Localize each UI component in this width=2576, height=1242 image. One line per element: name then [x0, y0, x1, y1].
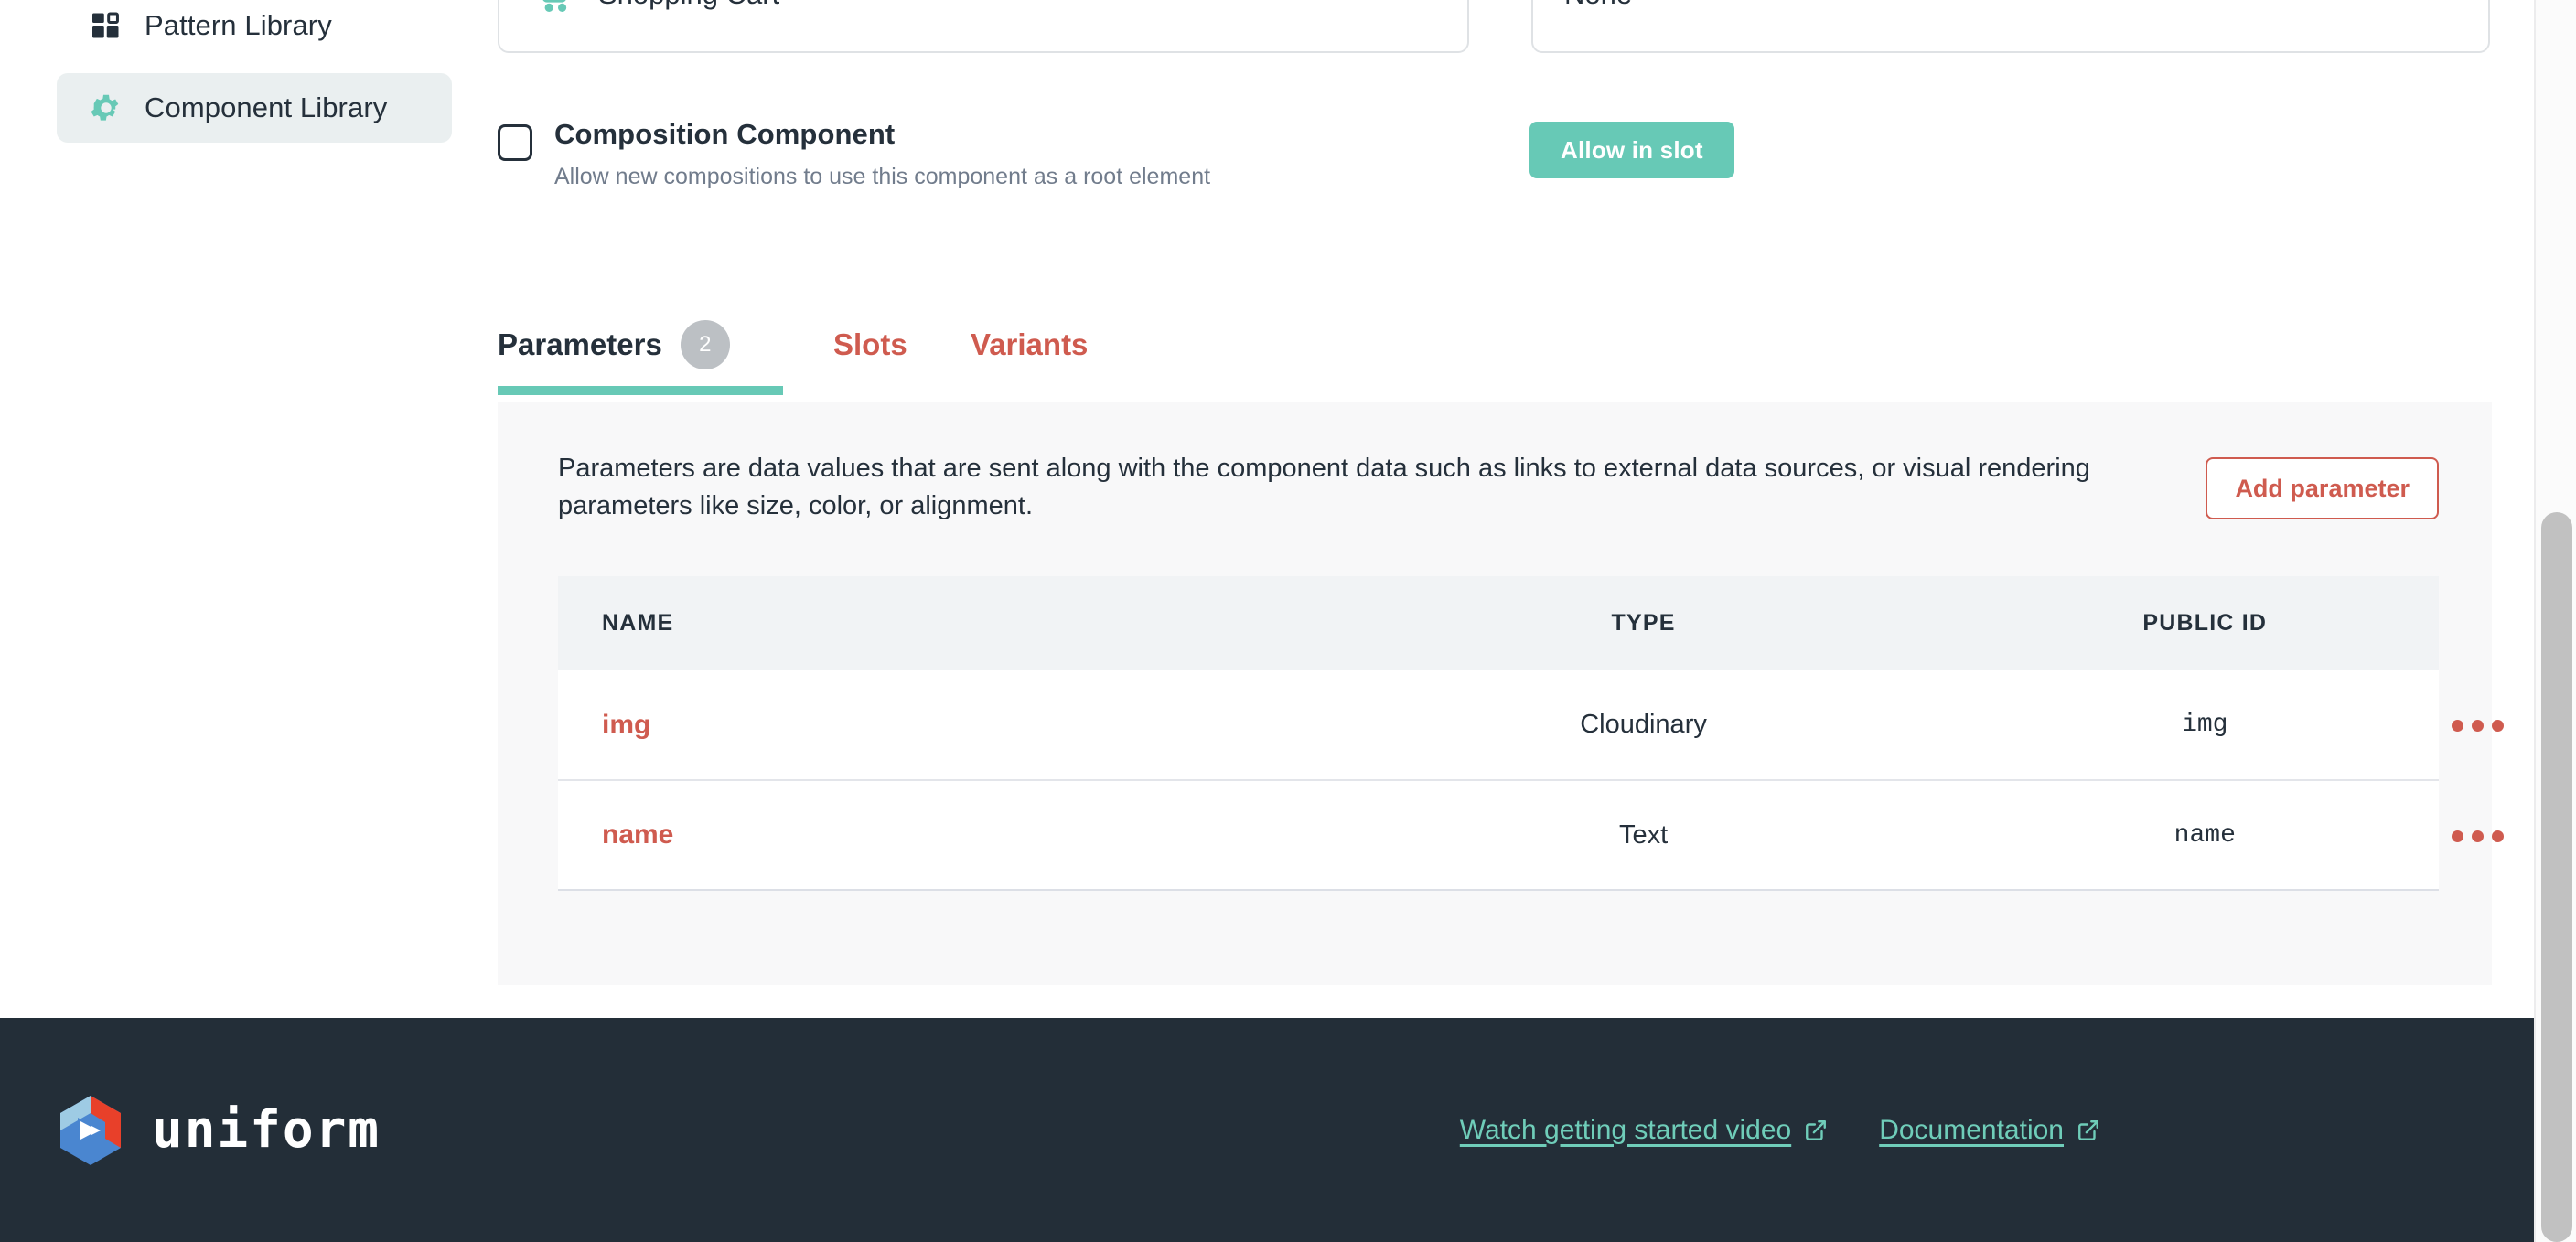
- table-header-row: NAME TYPE PUBLIC ID: [558, 576, 2439, 671]
- table-row: name Text name: [558, 780, 2504, 892]
- footer-link-label: Watch getting started video: [1459, 1114, 1792, 1145]
- tab-parameters[interactable]: Parameters 2: [498, 294, 783, 395]
- parameters-panel: Parameters are data values that are sent…: [498, 402, 2504, 985]
- icon-select-value: None: [1564, 0, 1632, 11]
- component-tabs: Parameters 2 Slots Variants: [498, 294, 2492, 395]
- column-header-public-id: PUBLIC ID: [1970, 576, 2439, 671]
- parameter-type: Cloudinary: [1315, 670, 1971, 782]
- parameters-table-body: img Cloudinary img name Text name: [558, 670, 2504, 892]
- component-name-card[interactable]: Shopping Cart: [498, 0, 1469, 53]
- vertical-scrollbar-thumb[interactable]: [2541, 512, 2572, 1242]
- parameter-name-link[interactable]: img: [602, 710, 650, 740]
- parameter-name-link[interactable]: name: [602, 819, 673, 850]
- composition-component-description: Allow new compositions to use this compo…: [554, 164, 1211, 190]
- external-link-icon: [1804, 1119, 1828, 1142]
- footer-link-watch-video[interactable]: Watch getting started video: [1460, 1115, 1828, 1146]
- tab-slots[interactable]: Slots: [783, 294, 948, 395]
- column-header-type: TYPE: [1315, 576, 1971, 671]
- composition-component-block: Composition Component Allow new composit…: [498, 118, 1211, 190]
- column-header-name: NAME: [558, 576, 1316, 671]
- parameters-panel-header: Parameters are data values that are sent…: [498, 402, 2492, 525]
- footer: uniform Watch getting started video Docu…: [0, 1018, 2576, 1242]
- uniform-logo-icon: [57, 1094, 124, 1167]
- footer-link-label: Documentation: [1879, 1114, 2064, 1145]
- composition-component-checkbox[interactable]: [498, 124, 532, 161]
- tab-variants-label: Variants: [971, 327, 1089, 361]
- brand-logo: uniform: [57, 1094, 381, 1167]
- pattern-library-icon: [88, 7, 124, 44]
- parameter-public-id: img: [1970, 670, 2439, 782]
- parameter-public-id: name: [1970, 780, 2439, 892]
- sidebar-item-component-library[interactable]: Component Library: [57, 73, 452, 143]
- parameters-description: Parameters are data values that are sent…: [558, 454, 2090, 521]
- tab-slots-label: Slots: [833, 327, 907, 361]
- vertical-scrollbar-track[interactable]: [2534, 0, 2576, 1242]
- add-parameter-button[interactable]: Add parameter: [2206, 457, 2439, 519]
- app-root: Pattern Library Component Library Compos…: [0, 0, 2576, 1242]
- more-options-icon[interactable]: [2448, 821, 2507, 851]
- component-header-row: Shopping Cart None: [498, 0, 2492, 53]
- composition-component-label: Composition Component: [554, 118, 896, 150]
- sidebar: Pattern Library Component Library: [0, 0, 498, 1018]
- tab-variants[interactable]: Variants: [948, 294, 1088, 395]
- allow-in-slot-button[interactable]: Allow in slot: [1530, 122, 1734, 178]
- sidebar-item-label: Component Library: [145, 91, 388, 123]
- tab-parameters-label: Parameters: [498, 327, 662, 361]
- brand-wordmark: uniform: [152, 1099, 381, 1160]
- composition-component-row: Composition Component Allow new composit…: [498, 118, 2492, 190]
- main-content: Shopping Cart None Composition Component…: [498, 0, 2536, 1018]
- table-row: img Cloudinary img: [558, 670, 2504, 782]
- sidebar-item-label: Pattern Library: [145, 9, 332, 41]
- more-options-icon[interactable]: [2448, 711, 2507, 741]
- sidebar-item-pattern-library[interactable]: Pattern Library: [57, 0, 356, 60]
- icon-select[interactable]: None: [1531, 0, 2490, 53]
- parameter-type: Text: [1315, 780, 1971, 892]
- shopping-cart-icon: [532, 0, 574, 16]
- parameters-table-head: NAME TYPE PUBLIC ID: [558, 576, 2439, 671]
- external-link-icon: [2077, 1119, 2100, 1142]
- footer-link-documentation[interactable]: Documentation: [1879, 1115, 2100, 1146]
- parameters-table: NAME TYPE PUBLIC ID img Cloudinary img n…: [558, 576, 2504, 892]
- gear-icon: [88, 90, 124, 126]
- component-name-value: Shopping Cart: [598, 0, 779, 11]
- footer-links: Watch getting started video Documentatio…: [1460, 1115, 2576, 1146]
- tab-parameters-badge: 2: [680, 320, 730, 369]
- parameters-table-wrapper: NAME TYPE PUBLIC ID img Cloudinary img n…: [558, 576, 2504, 892]
